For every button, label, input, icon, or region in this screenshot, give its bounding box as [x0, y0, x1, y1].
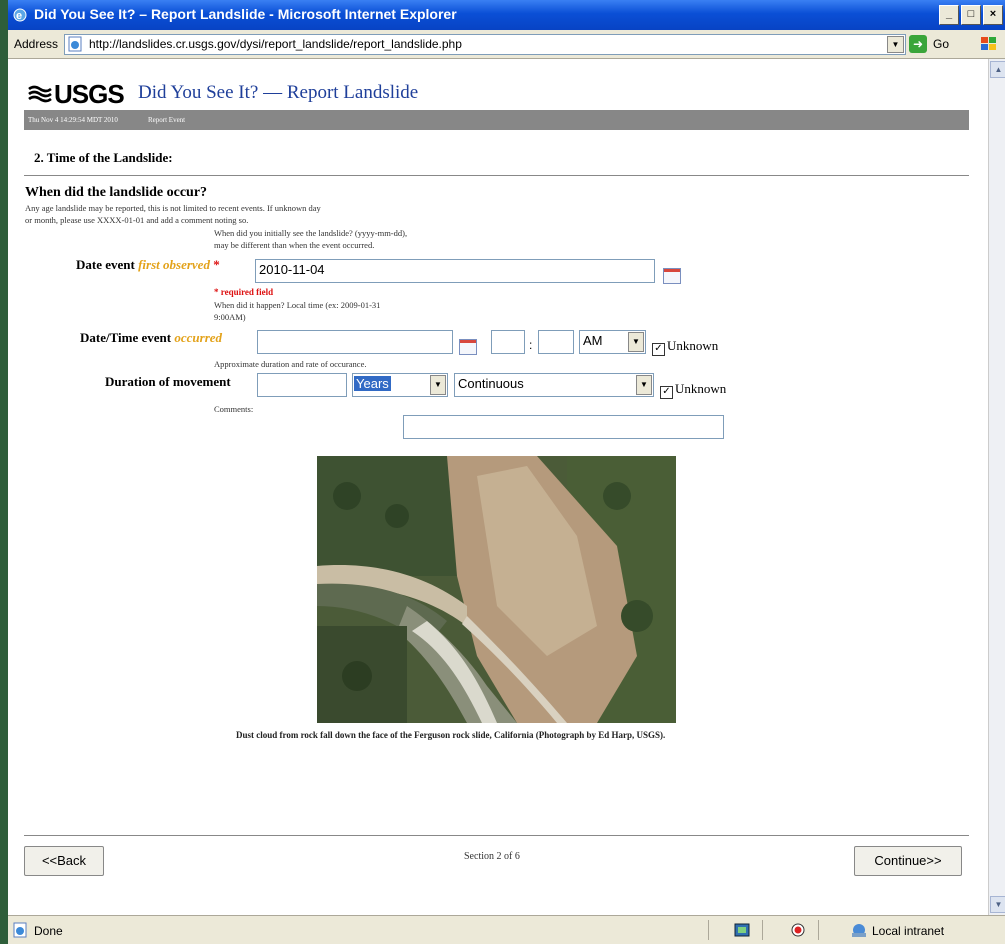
comments-input[interactable]	[403, 415, 724, 439]
security-zone: Local intranet	[846, 920, 996, 940]
section-heading: 2. Time of the Landslide:	[34, 150, 173, 165]
address-url: http://landslides.cr.usgs.gov/dysi/repor…	[89, 37, 462, 51]
address-dropdown-icon[interactable]: ▼	[887, 36, 904, 53]
note-line-1: Any age landslide may be reported, this …	[25, 203, 321, 213]
duration-unknown-label: Unknown	[675, 381, 727, 396]
calendar-icon[interactable]	[663, 268, 681, 284]
chevron-down-icon: ▼	[636, 375, 652, 395]
security-icon	[734, 923, 750, 937]
time-colon: :	[529, 338, 533, 352]
page-content: USGS Did You See It? — Report Landslide …	[8, 59, 988, 915]
occurred-label-prefix: Date/Time event	[80, 330, 172, 345]
go-label: Go	[933, 37, 950, 51]
window-title: Did You See It? – Report Landslide - Mic…	[34, 6, 457, 22]
checkbox-icon: ✓	[652, 343, 665, 356]
first-observed-label-prefix: Date event	[76, 257, 135, 272]
page-done-icon	[13, 922, 27, 938]
first-observed-label: Date event first observed *	[76, 257, 220, 273]
popup-blocked-icon	[791, 923, 805, 937]
occurred-hour-input[interactable]	[491, 330, 525, 354]
timestamp: Thu Nov 4 14:29:54 MDT 2010	[28, 116, 118, 124]
chevron-down-icon: ▼	[628, 332, 644, 352]
ie-icon: e	[13, 8, 27, 22]
page-icon	[68, 36, 82, 52]
occurred-hint-2: 9:00AM)	[214, 312, 246, 322]
duration-unknown-checkbox[interactable]: ✓ Unknown	[660, 381, 726, 399]
duration-label: Duration of movement	[105, 374, 231, 389]
header-bar: Thu Nov 4 14:29:54 MDT 2010 Report Event	[24, 110, 969, 130]
ampm-select[interactable]: AM ▼	[579, 330, 646, 354]
question-title: When did the landslide occur?	[25, 185, 208, 200]
first-observed-label-em: first observed	[138, 257, 210, 272]
windows-flag-icon	[981, 37, 996, 50]
back-button[interactable]: <<Back	[24, 846, 104, 876]
duration-unit-value: Years	[354, 376, 391, 391]
continue-button[interactable]: Continue>>	[854, 846, 962, 876]
occurred-label-em: occurred	[174, 330, 223, 345]
minimize-button[interactable]: _	[939, 5, 959, 25]
checkbox-icon: ✓	[660, 386, 673, 399]
zone-label: Local intranet	[872, 924, 945, 938]
go-arrow-icon: ➜	[909, 35, 927, 53]
vertical-scrollbar[interactable]: ▲ ▼	[988, 59, 1005, 915]
go-button[interactable]: ➜ Go	[909, 35, 963, 53]
section-count: Section 2 of 6	[464, 851, 520, 862]
address-label: Address	[14, 37, 59, 51]
address-input[interactable]: http://landslides.cr.usgs.gov/dysi/repor…	[64, 34, 906, 55]
landslide-photo	[317, 456, 676, 723]
status-separator	[762, 920, 764, 940]
occurred-hint-1: When did it happen? Local time (ex: 2009…	[214, 300, 381, 310]
ampm-value: AM	[583, 333, 603, 348]
usgs-waves-icon	[28, 85, 52, 103]
svg-text:e: e	[16, 10, 22, 22]
first-observed-date-input[interactable]: 2010-11-04	[255, 259, 655, 283]
usgs-logo: USGS	[28, 79, 125, 110]
close-button[interactable]: ×	[983, 5, 1003, 25]
breadcrumb: Report Event	[148, 116, 186, 124]
maximize-button[interactable]: □	[961, 5, 981, 25]
occurred-minute-input[interactable]	[538, 330, 574, 354]
first-observed-hint-1: When did you initially see the landslide…	[214, 228, 408, 238]
photo-caption: Dust cloud from rock fall down the face …	[236, 730, 666, 740]
status-separator	[708, 920, 710, 940]
required-star: *	[213, 257, 220, 272]
occurred-unknown-checkbox[interactable]: ✓ Unknown	[652, 338, 718, 356]
duration-hint: Approximate duration and rate of occuran…	[214, 359, 367, 369]
page-title: Did You See It? — Report Landslide	[138, 82, 419, 103]
scroll-up-icon[interactable]: ▲	[990, 61, 1005, 78]
status-separator	[818, 920, 820, 940]
title-bar: e Did You See It? – Report Landslide - M…	[8, 0, 1005, 30]
duration-rate-select[interactable]: Continuous ▼	[454, 373, 654, 397]
first-observed-hint-2: may be different than when the event occ…	[214, 240, 375, 250]
required-field-note: * required field	[214, 287, 274, 297]
chevron-down-icon: ▼	[430, 375, 446, 395]
status-bar: Done Local intranet	[8, 915, 1005, 944]
address-bar: Address http://landslides.cr.usgs.gov/dy…	[8, 30, 1005, 59]
duration-rate-value: Continuous	[458, 376, 524, 391]
comments-label: Comments:	[214, 404, 254, 414]
divider	[24, 835, 969, 836]
occurred-date-input[interactable]	[257, 330, 453, 354]
divider	[24, 175, 969, 176]
duration-input[interactable]	[257, 373, 347, 397]
occurred-label: Date/Time event occurred	[80, 330, 222, 346]
usgs-logo-text: USGS	[54, 79, 125, 109]
note-line-2: or month, please use XXXX-01-01 and add …	[25, 215, 249, 225]
occurred-unknown-label: Unknown	[667, 338, 719, 353]
scroll-down-icon[interactable]: ▼	[990, 896, 1005, 913]
status-text: Done	[34, 924, 63, 938]
local-intranet-icon	[852, 924, 866, 937]
landslide-photo-image	[317, 456, 676, 723]
browser-window: e Did You See It? – Report Landslide - M…	[8, 0, 1005, 944]
calendar-icon[interactable]	[459, 339, 477, 355]
duration-unit-select[interactable]: Years ▼	[352, 373, 448, 397]
